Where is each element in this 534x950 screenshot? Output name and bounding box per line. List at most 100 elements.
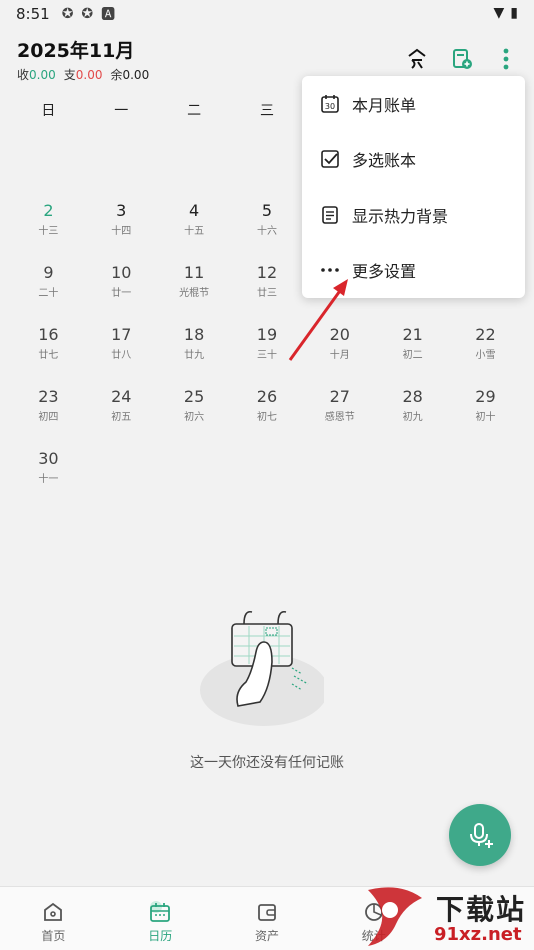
lunar-date: 十五 xyxy=(184,226,205,237)
today-button[interactable] xyxy=(402,44,432,74)
calendar-day[interactable]: 5 十六 xyxy=(231,198,304,260)
lunar-date: 十月 xyxy=(329,350,350,361)
lunar-date: 十六 xyxy=(256,226,277,237)
calendar-day[interactable]: 11 光棍节 xyxy=(158,260,231,322)
income-label: 收 xyxy=(17,68,30,82)
day-number: 12 xyxy=(256,263,278,282)
voice-add-icon xyxy=(470,823,493,848)
calendar-day[interactable]: 17 廿八 xyxy=(85,322,158,384)
document-icon xyxy=(320,205,340,225)
calendar-day[interactable]: 28 初九 xyxy=(376,384,449,446)
lunar-date: 廿八 xyxy=(111,350,132,361)
lunar-date: 感恩节 xyxy=(324,412,355,423)
calendar-30-icon: 30 xyxy=(320,94,340,114)
calendar-day[interactable]: 18 廿九 xyxy=(158,322,231,384)
home-icon xyxy=(44,902,63,921)
menu-item-label: 多选账本 xyxy=(352,151,417,171)
watermark-text: 下载站 xyxy=(436,893,527,926)
day-number: 25 xyxy=(183,387,205,406)
nav-home[interactable]: 首页 xyxy=(0,887,107,950)
calendar-day[interactable]: 12 廿三 xyxy=(231,260,304,322)
day-number: 23 xyxy=(38,387,59,406)
calendar-week: 30 十一 xyxy=(12,446,522,508)
day-number: 16 xyxy=(38,325,59,344)
add-ledger-icon xyxy=(453,49,472,69)
day-number: 21 xyxy=(402,325,423,344)
lunar-date: 初十 xyxy=(475,412,496,423)
status-bar: 8:51 ✪ ✪ 🅰 ▼ ▮ xyxy=(0,0,534,28)
day-number: 26 xyxy=(256,387,278,406)
calendar-day[interactable]: 24 初五 xyxy=(85,384,158,446)
nav-assets[interactable]: 资产 xyxy=(214,887,321,950)
lunar-date: 小雪 xyxy=(475,350,496,361)
calendar-day[interactable]: 22 小雪 xyxy=(449,322,522,384)
calendar-day[interactable]: 27 感恩节 xyxy=(303,384,376,446)
lunar-date: 廿七 xyxy=(38,350,59,361)
weekday-label: 日 xyxy=(41,103,56,119)
calendar-day[interactable]: 16 廿七 xyxy=(12,322,85,384)
lunar-date: 十一 xyxy=(38,474,59,485)
calendar-day[interactable]: 25 初六 xyxy=(158,384,231,446)
wallet-icon xyxy=(258,904,276,921)
calendar-day[interactable]: 29 初十 xyxy=(449,384,522,446)
overflow-menu: 30 本月账单 多选账本 显示热力背景 更多设置 xyxy=(302,76,525,298)
menu-item-more-settings[interactable]: 更多设置 xyxy=(302,243,525,299)
menu-item-multi-ledger[interactable]: 多选账本 xyxy=(302,132,525,188)
calendar-day[interactable]: 30 十一 xyxy=(12,446,85,508)
day-number: 20 xyxy=(329,325,350,344)
calendar-day[interactable]: 23 初四 xyxy=(12,384,85,446)
day-number: 4 xyxy=(189,201,200,220)
day-number: 2 xyxy=(43,201,54,220)
nav-calendar[interactable]: 日历 xyxy=(107,887,214,950)
lunar-date: 初二 xyxy=(402,350,423,361)
gear-icon: ✪ xyxy=(81,6,94,22)
day-number: 22 xyxy=(475,325,496,344)
day-number: 5 xyxy=(261,201,273,220)
calendar-day[interactable]: 9 二十 xyxy=(12,260,85,322)
calendar-day[interactable]: 2 十三 xyxy=(12,198,85,260)
add-ledger-button[interactable] xyxy=(447,44,477,74)
more-options-button[interactable] xyxy=(491,44,521,74)
day-number: 27 xyxy=(329,387,350,406)
calendar-day[interactable]: 26 初七 xyxy=(231,384,304,446)
day-number: 19 xyxy=(256,325,278,344)
expense-value: 0.00 xyxy=(75,68,103,82)
lunar-date: 二十 xyxy=(38,288,59,299)
menu-item-label: 本月账单 xyxy=(352,95,417,115)
watermark: 下载站 91xz.net xyxy=(360,884,534,950)
lunar-date: 廿三 xyxy=(256,288,277,299)
empty-state-text: 这一天你还没有任何记账 xyxy=(190,755,344,771)
lunar-date: 廿一 xyxy=(111,288,132,299)
menu-item-monthly-bill[interactable]: 30 本月账单 xyxy=(302,76,525,132)
watermark-logo-icon xyxy=(368,887,422,946)
month-title[interactable]: 2025年11月 xyxy=(17,36,134,63)
balance-label: 余 xyxy=(110,68,123,82)
nav-label: 首页 xyxy=(41,929,66,943)
day-number: 11 xyxy=(183,263,205,282)
lunar-date: 十三 xyxy=(38,226,59,237)
checkbox-icon xyxy=(320,149,340,169)
menu-item-label: 更多设置 xyxy=(352,262,417,282)
a-badge-icon: 🅰 xyxy=(101,7,116,23)
menu-item-heat-background[interactable]: 显示热力背景 xyxy=(302,187,525,243)
calendar-day[interactable]: 21 初二 xyxy=(376,322,449,384)
lunar-date: 十四 xyxy=(111,226,132,237)
balance-value: 0.00 xyxy=(122,68,150,82)
today-icon xyxy=(408,48,426,69)
calendar-day[interactable]: 20 十月 xyxy=(303,322,376,384)
calendar-day[interactable]: 10 廿一 xyxy=(85,260,158,322)
calendar-day[interactable]: 4 十五 xyxy=(158,198,231,260)
voice-add-button[interactable] xyxy=(449,804,511,866)
expense-label: 支 xyxy=(63,68,76,82)
nav-label: 资产 xyxy=(254,929,279,943)
watermark-url: 91xz.net xyxy=(434,924,522,945)
calendar-day[interactable]: 3 十四 xyxy=(85,198,158,260)
more-vert-icon xyxy=(503,48,509,70)
lunar-date: 初七 xyxy=(256,412,277,423)
income-value: 0.00 xyxy=(29,68,56,82)
calendar-day[interactable]: 19 三十 xyxy=(231,322,304,384)
weekday-label: 二 xyxy=(187,103,202,119)
svg-text:30: 30 xyxy=(325,102,335,111)
nav-label: 日历 xyxy=(148,929,173,943)
day-number: 17 xyxy=(111,325,132,344)
